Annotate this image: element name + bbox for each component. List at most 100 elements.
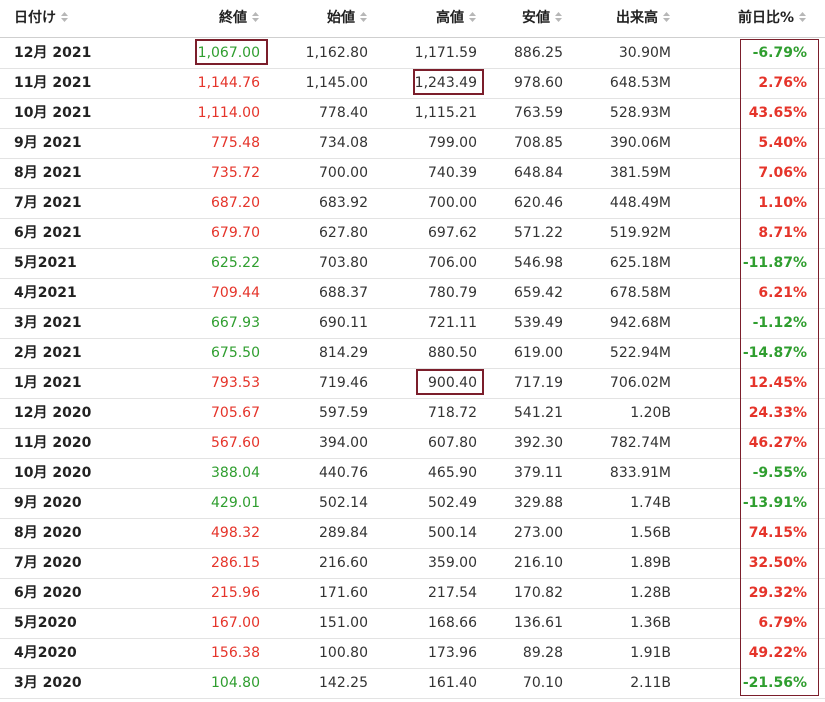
open-cell: 688.37 [319, 285, 368, 301]
high-cell: 217.54 [428, 585, 477, 601]
volume-cell: 1.91B [630, 645, 671, 661]
open-cell: 151.00 [319, 615, 368, 631]
date-cell: 8月 2021 [14, 165, 82, 181]
header-low[interactable]: 安値 [460, 0, 563, 37]
low-cell: 571.22 [514, 225, 563, 241]
high-cell: 359.00 [428, 555, 477, 571]
volume-cell: 706.02M [609, 375, 671, 391]
high-cell: 502.49 [428, 495, 477, 511]
low-cell: 648.84 [514, 165, 563, 181]
table-row: 9月 2020 429.01 502.14 502.49 329.88 1.74B -13.… [0, 488, 825, 519]
sort-icon[interactable] [60, 11, 69, 23]
open-cell: 700.00 [319, 165, 368, 181]
header-date[interactable]: 日付け [14, 0, 69, 37]
high-cell: 697.62 [428, 225, 477, 241]
low-cell: 659.42 [514, 285, 563, 301]
table-row: 3月 2020 104.80 142.25 161.40 70.10 2.11B -21.5… [0, 668, 825, 699]
high-cell: 1,115.21 [414, 105, 477, 121]
open-cell: 1,145.00 [305, 75, 368, 91]
volume-cell: 833.91M [609, 465, 671, 481]
low-cell: 539.49 [514, 315, 563, 331]
sort-icon[interactable] [662, 11, 671, 23]
sort-icon[interactable] [554, 11, 563, 23]
open-cell: 778.40 [319, 105, 368, 121]
open-cell: 734.08 [319, 135, 368, 151]
low-cell: 392.30 [514, 435, 563, 451]
date-cell: 8月 2020 [14, 525, 82, 541]
open-cell: 142.25 [319, 675, 368, 691]
high-cell: 706.00 [428, 255, 477, 271]
table-row: 7月 2021 687.20 683.92 700.00 620.46 448.49M 1.… [0, 188, 825, 219]
high-cell: 799.00 [428, 135, 477, 151]
date-cell: 10月 2021 [14, 105, 92, 121]
volume-cell: 522.94M [609, 345, 671, 361]
volume-cell: 30.90M [618, 45, 671, 61]
date-cell: 7月 2021 [14, 195, 82, 211]
table-row: 9月 2021 775.48 734.08 799.00 708.85 390.06M 5.… [0, 128, 825, 159]
volume-cell: 1.36B [630, 615, 671, 631]
low-cell: 89.28 [522, 645, 563, 661]
header-volume[interactable]: 出来高 [570, 0, 671, 37]
volume-cell: 1.20B [630, 405, 671, 421]
table-row: 10月 2020 388.04 440.76 465.90 379.11 833.91M -… [0, 458, 825, 489]
low-cell: 379.11 [514, 465, 563, 481]
sort-icon[interactable] [798, 11, 807, 23]
low-cell: 546.98 [514, 255, 563, 271]
header-volume-label: 出来高 [616, 10, 658, 26]
header-change-label: 前日比% [737, 10, 794, 26]
table-row: 4月2020 156.38 100.80 173.96 89.28 1.91B 49.22% [0, 638, 825, 669]
high-cell: 161.40 [428, 675, 477, 691]
table-row: 11月 2020 567.60 394.00 607.80 392.30 782.74M 4… [0, 428, 825, 459]
header-low-label: 安値 [522, 10, 550, 26]
table-header: 日付け 終値 始値 高値 安値 出来高 前日比% [0, 0, 825, 38]
volume-cell: 2.11B [630, 675, 671, 691]
volume-cell: 1.74B [630, 495, 671, 511]
date-cell: 3月 2021 [14, 315, 82, 331]
open-cell: 703.80 [319, 255, 368, 271]
date-cell: 6月 2020 [14, 585, 82, 601]
high-cell: 1,171.59 [414, 45, 477, 61]
volume-cell: 625.18M [609, 255, 671, 271]
table-row: 5月2020 167.00 151.00 168.66 136.61 1.36B 6.79% [0, 608, 825, 639]
table-row: 4月2021 709.44 688.37 780.79 659.42 678.58M 6.2… [0, 278, 825, 309]
header-change[interactable]: 前日比% [680, 0, 807, 37]
date-cell: 9月 2020 [14, 495, 82, 511]
low-cell: 329.88 [514, 495, 563, 511]
volume-cell: 519.92M [609, 225, 671, 241]
table-row: 3月 2021 667.93 690.11 721.11 539.49 942.68M -1… [0, 308, 825, 339]
open-cell: 627.80 [319, 225, 368, 241]
date-cell: 11月 2020 [14, 435, 92, 451]
table-row: 7月 2020 286.15 216.60 359.00 216.10 1.89B 32.5… [0, 548, 825, 579]
table-row: 5月2021 625.22 703.80 706.00 546.98 625.18M -11… [0, 248, 825, 279]
table-row: 12月 2020 705.67 597.59 718.72 541.21 1.20B 24.… [0, 398, 825, 429]
low-cell: 136.61 [514, 615, 563, 631]
low-cell: 70.10 [522, 675, 563, 691]
date-cell: 4月2021 [14, 285, 77, 301]
volume-cell: 1.89B [630, 555, 671, 571]
high-cell: 718.72 [428, 405, 477, 421]
header-date-label: 日付け [14, 10, 56, 26]
open-cell: 597.59 [319, 405, 368, 421]
volume-cell: 390.06M [609, 135, 671, 151]
high-cell: 880.50 [428, 345, 477, 361]
table-row: 2月 2021 675.50 814.29 880.50 619.00 522.94M -1… [0, 338, 825, 369]
header-open[interactable]: 始値 [240, 0, 368, 37]
header-high[interactable]: 高値 [350, 0, 477, 37]
high-cell: 607.80 [428, 435, 477, 451]
date-cell: 9月 2021 [14, 135, 82, 151]
low-cell: 886.25 [514, 45, 563, 61]
volume-cell: 678.58M [609, 285, 671, 301]
low-cell: 620.46 [514, 195, 563, 211]
high-cell: 465.90 [428, 465, 477, 481]
low-cell: 541.21 [514, 405, 563, 421]
date-cell: 7月 2020 [14, 555, 82, 571]
open-cell: 502.14 [319, 495, 368, 511]
high-cell: 721.11 [428, 315, 477, 331]
low-cell: 763.59 [514, 105, 563, 121]
high-cell: 173.96 [428, 645, 477, 661]
open-cell: 289.84 [319, 525, 368, 541]
date-cell: 6月 2021 [14, 225, 82, 241]
highlight-column-change [740, 39, 819, 696]
high-cell: 740.39 [428, 165, 477, 181]
table-row: 1月 2021 793.53 719.46 900.40 717.19 706.02M 12… [0, 368, 825, 399]
